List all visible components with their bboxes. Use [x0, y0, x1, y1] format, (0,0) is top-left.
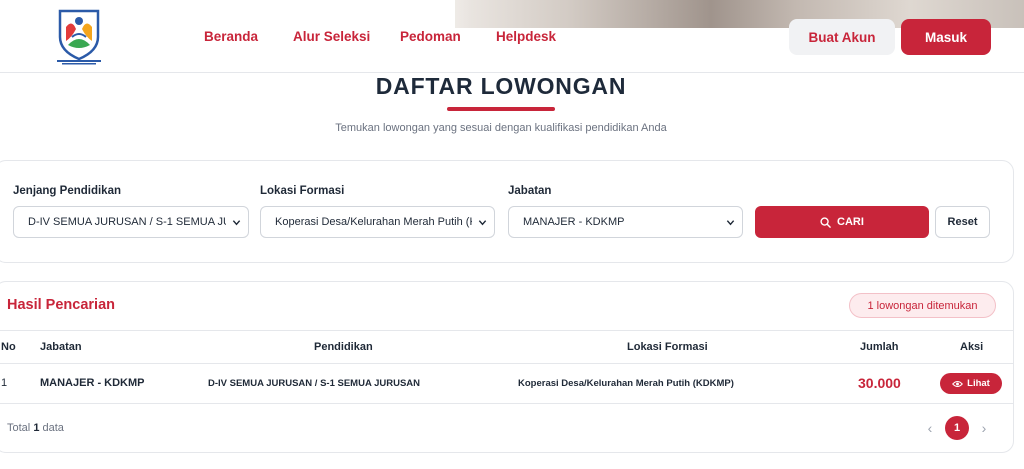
- row-pendidikan: D-IV SEMUA JURUSAN / S-1 SEMUA JURUSAN: [208, 378, 421, 389]
- page-subtitle: Temukan lowongan yang sesuai dengan kual…: [335, 122, 667, 134]
- total-data-text: Total 1 data: [7, 422, 64, 434]
- position-filter-label: Jabatan: [508, 185, 552, 197]
- total-suffix: data: [42, 422, 64, 434]
- chevron-down-icon: [232, 220, 241, 226]
- position-select[interactable]: MANAJER - KDKMP: [508, 206, 743, 238]
- site-header: Beranda Alur Seleksi Pedoman Helpdesk Bu…: [0, 0, 1024, 73]
- search-button-label: CARI: [837, 216, 864, 228]
- location-select[interactable]: Koperasi Desa/Kelurahan Merah Putih (KDK…: [260, 206, 495, 238]
- nav-helpdesk[interactable]: Helpdesk: [496, 29, 556, 44]
- education-filter-label: Jenjang Pendidikan: [13, 185, 121, 197]
- chevron-down-icon: [478, 220, 487, 226]
- education-select-value: D-IV SEMUA JURUSAN / S-1 SEMUA JURUSAN: [28, 216, 226, 228]
- row-divider: [0, 403, 1014, 404]
- title-underline: [447, 107, 555, 111]
- reset-button[interactable]: Reset: [935, 206, 990, 238]
- row-lokasi-formasi: Koperasi Desa/Kelurahan Merah Putih (KDK…: [518, 378, 734, 389]
- column-header-jumlah: Jumlah: [860, 341, 899, 353]
- nav-pedoman[interactable]: Pedoman: [400, 29, 461, 44]
- row-no: 1: [1, 377, 8, 389]
- eye-icon: [952, 380, 964, 387]
- column-header-lokasi-formasi: Lokasi Formasi: [627, 341, 708, 353]
- view-button-label: Lihat: [967, 378, 990, 389]
- column-header-aksi: Aksi: [960, 341, 984, 353]
- search-icon: [820, 216, 831, 228]
- total-count: 1: [33, 422, 40, 434]
- row-jabatan: MANAJER - KDKMP: [40, 377, 145, 389]
- nav-beranda[interactable]: Beranda: [204, 29, 258, 44]
- location-filter-label: Lokasi Formasi: [260, 185, 345, 197]
- nav-alur-seleksi[interactable]: Alur Seleksi: [293, 29, 370, 44]
- results-title: Hasil Pencarian: [7, 297, 115, 313]
- column-header-no: No: [1, 341, 16, 353]
- location-select-value: Koperasi Desa/Kelurahan Merah Putih (KDK…: [275, 216, 472, 228]
- pagination-page-1[interactable]: 1: [945, 416, 969, 440]
- login-button[interactable]: Masuk: [901, 19, 991, 55]
- chevron-down-icon: [726, 220, 735, 226]
- page-title: DAFTAR LOWONGAN: [375, 73, 627, 99]
- column-header-jabatan: Jabatan: [40, 341, 82, 353]
- results-count-badge: 1 lowongan ditemukan: [849, 293, 996, 318]
- register-button[interactable]: Buat Akun: [789, 19, 895, 55]
- pagination-prev-icon[interactable]: ‹: [924, 420, 936, 436]
- panitia-seleksi-logo-icon[interactable]: [54, 7, 104, 65]
- position-select-value: MANAJER - KDKMP: [523, 216, 625, 228]
- search-button[interactable]: CARI: [755, 206, 929, 238]
- row-jumlah: 30.000: [858, 375, 901, 391]
- education-select[interactable]: D-IV SEMUA JURUSAN / S-1 SEMUA JURUSAN: [13, 206, 249, 238]
- total-prefix: Total: [7, 422, 31, 434]
- view-button[interactable]: Lihat: [940, 373, 1002, 394]
- column-header-pendidikan: Pendidikan: [314, 341, 373, 353]
- pagination-next-icon[interactable]: ›: [978, 420, 990, 436]
